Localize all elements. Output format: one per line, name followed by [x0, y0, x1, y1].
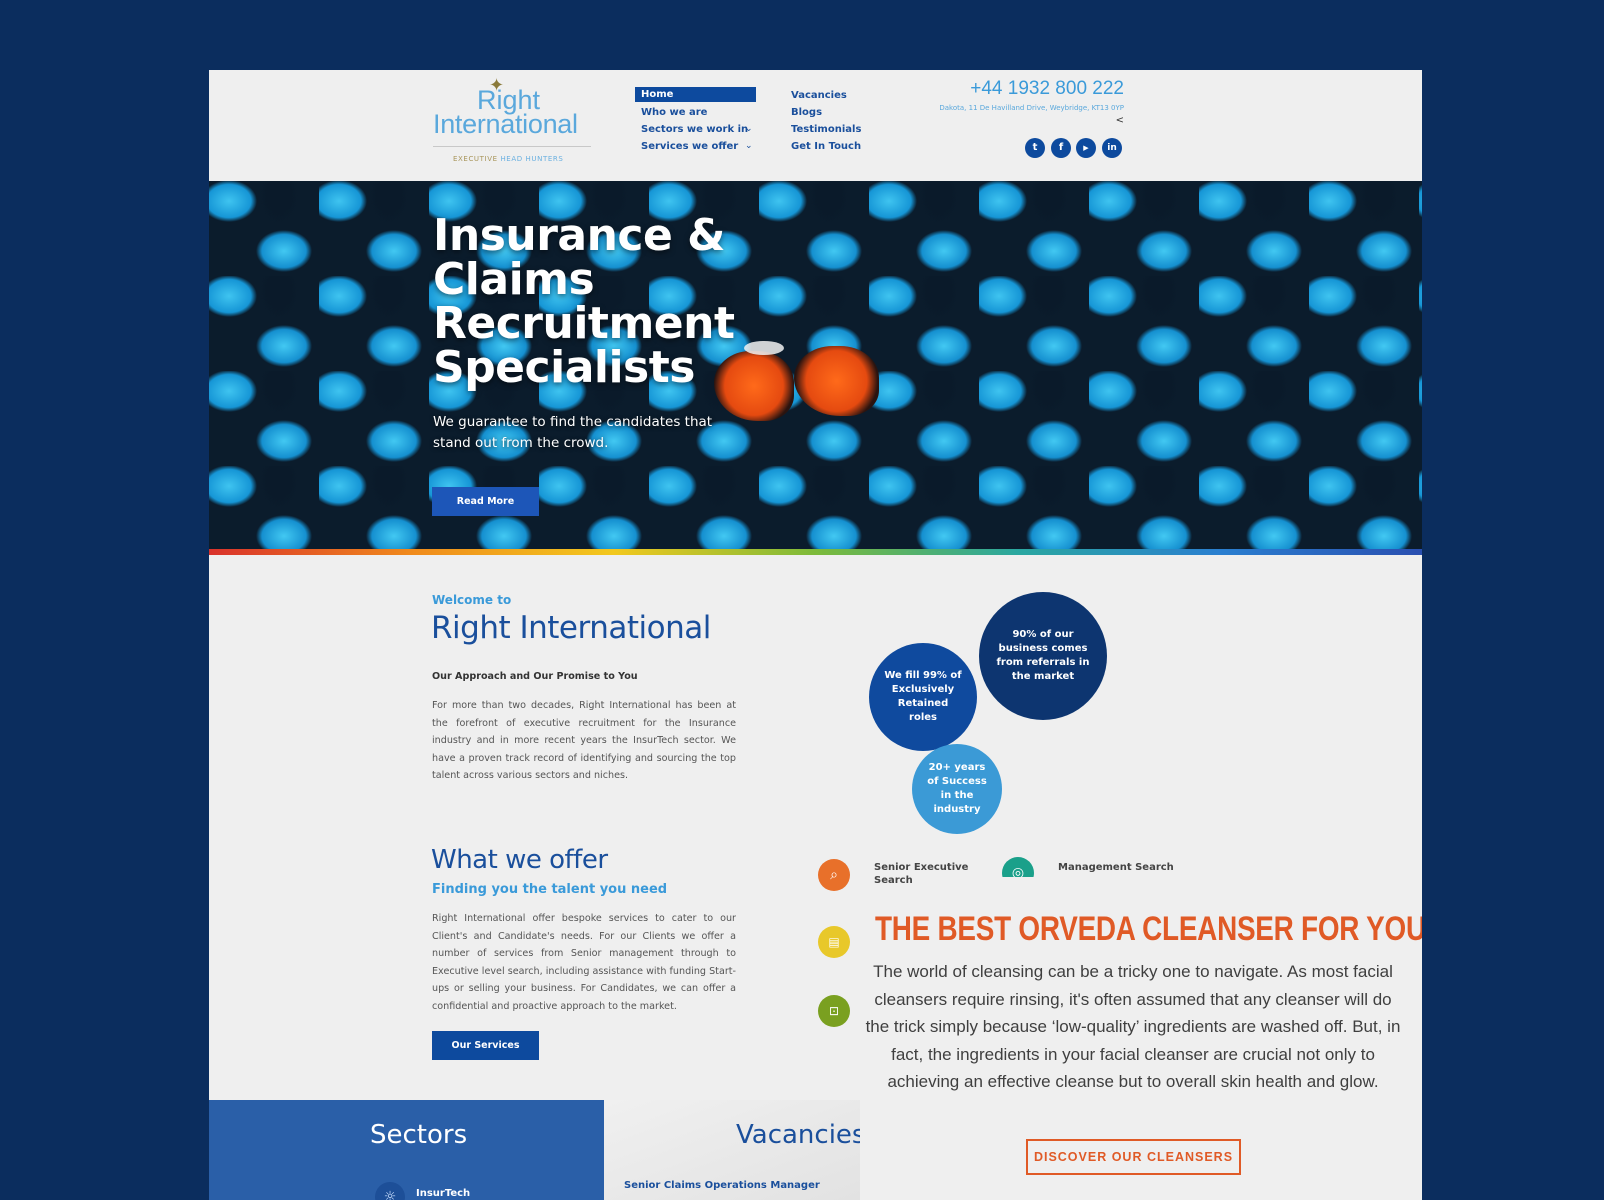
- vacancies-title: Vacancies: [736, 1120, 860, 1150]
- lightbulb-icon: ☼: [375, 1182, 405, 1200]
- stat-circle-referrals: 90% of our business comes from referrals…: [979, 592, 1107, 720]
- tagline-a: EXECUTIVE: [453, 155, 498, 163]
- presentation-icon[interactable]: ⊡: [818, 995, 850, 1027]
- read-more-button[interactable]: Read More: [432, 487, 539, 516]
- sectors-title: Sectors: [370, 1120, 468, 1150]
- nav-services[interactable]: Services we offer: [641, 141, 738, 152]
- hero-subtitle: We guarantee to find the candidates that…: [433, 414, 713, 451]
- logo[interactable]: ✦ Right International EXECUTIVE HEAD HUN…: [433, 75, 593, 169]
- clipboard-icon[interactable]: ▤: [818, 926, 850, 958]
- welcome-title: Right International: [431, 610, 711, 646]
- chevron-down-icon[interactable]: ⌄: [745, 141, 753, 151]
- rainbow-divider: [209, 549, 1422, 555]
- our-services-button[interactable]: Our Services: [432, 1031, 539, 1060]
- approach-heading: Our Approach and Our Promise to You: [432, 671, 638, 682]
- vacancy-item[interactable]: Senior Claims Operations Manager: [624, 1180, 820, 1191]
- nav-home[interactable]: Home: [635, 87, 756, 102]
- nav-vacancies[interactable]: Vacancies: [791, 90, 847, 101]
- hero-title-line: Claims: [433, 254, 595, 305]
- fingerprint-icon[interactable]: ◎: [1002, 857, 1034, 877]
- sector-item-insurtech[interactable]: InsurTech: [416, 1188, 470, 1199]
- hero-title-line: Specialists: [433, 342, 695, 393]
- site-header: ✦ Right International EXECUTIVE HEAD HUN…: [209, 70, 1422, 181]
- welcome-kicker: Welcome to: [432, 593, 512, 607]
- sectors-panel: Sectors ☼ InsurTech: [209, 1100, 604, 1200]
- logo-tagline: EXECUTIVE HEAD HUNTERS: [453, 155, 563, 163]
- hero-title: Insurance & Claims Recruitment Specialis…: [433, 214, 735, 390]
- ad-body: The world of cleansing can be a tricky o…: [865, 962, 1401, 1092]
- nav-get-in-touch[interactable]: Get In Touch: [791, 141, 861, 152]
- search-icon[interactable]: ⌕: [818, 859, 850, 891]
- service-management-search[interactable]: Management Search: [1058, 861, 1198, 874]
- vacancies-panel: Vacancies Senior Claims Operations Manag…: [604, 1100, 860, 1200]
- ad-headline: THE BEST ORVEDA CLEANSER FOR YOU?: [875, 910, 1422, 948]
- facebook-icon[interactable]: f: [1051, 138, 1071, 158]
- discover-cleansers-button[interactable]: DISCOVER OUR CLEANSERS: [1026, 1139, 1241, 1175]
- twitter-icon[interactable]: t: [1025, 138, 1045, 158]
- nav-blogs[interactable]: Blogs: [791, 107, 822, 118]
- nav-testimonials[interactable]: Testimonials: [791, 124, 861, 135]
- share-icon[interactable]: <: [1116, 115, 1124, 126]
- welcome-body: For more than two decades, Right Interna…: [432, 700, 736, 782]
- linkedin-icon[interactable]: in: [1102, 138, 1122, 158]
- offer-title: What we offer: [431, 845, 608, 875]
- offer-subtitle: Finding you the talent you need: [432, 882, 668, 897]
- logo-divider: [433, 146, 591, 147]
- stat-circle-years: 20+ years of Success in the industry: [912, 744, 1002, 834]
- offer-body: Right International offer bespoke servic…: [432, 913, 736, 1012]
- hero-banner: Insurance & Claims Recruitment Specialis…: [209, 181, 1422, 549]
- service-senior-executive-search[interactable]: Senior Executive Search: [874, 861, 974, 887]
- nav-who-we-are[interactable]: Who we are: [641, 107, 707, 118]
- hero-title-line: Recruitment: [433, 298, 735, 349]
- tagline-b: HEAD HUNTERS: [500, 155, 564, 163]
- stat-circle-retained: We fill 99% of Exclusively Retained role…: [869, 643, 977, 751]
- logo-line2: International: [433, 109, 578, 139]
- youtube-icon[interactable]: ▶: [1076, 138, 1096, 158]
- website-screenshot: ✦ Right International EXECUTIVE HEAD HUN…: [209, 70, 1422, 1200]
- chevron-down-icon[interactable]: ⌄: [745, 124, 753, 134]
- hero-title-line: Insurance &: [433, 210, 726, 261]
- phone-number[interactable]: +44 1932 800 222: [970, 78, 1124, 100]
- address: Dakota, 11 De Havilland Drive, Weybridge…: [939, 104, 1124, 112]
- nav-sectors[interactable]: Sectors we work in: [641, 124, 748, 135]
